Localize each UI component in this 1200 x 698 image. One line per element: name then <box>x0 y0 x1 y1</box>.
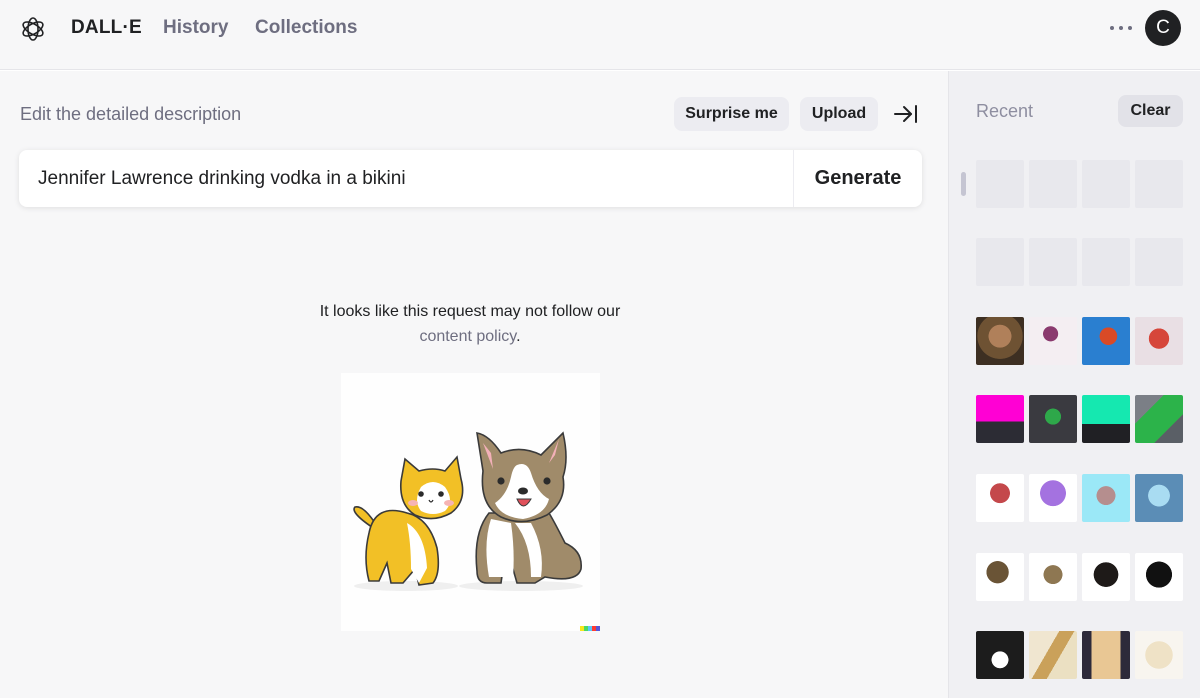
nav-history[interactable]: History <box>163 17 228 39</box>
recent-thumbnail[interactable] <box>1135 474 1183 522</box>
recent-thumbnail[interactable] <box>1029 474 1077 522</box>
recent-thumbnail[interactable] <box>976 631 1024 679</box>
recent-thumbnail[interactable] <box>1135 631 1183 679</box>
openai-logo-icon[interactable] <box>19 15 47 43</box>
recent-thumbnail[interactable] <box>1029 317 1077 365</box>
prompt-input[interactable]: Jennifer Lawrence drinking vodka in a bi… <box>19 150 793 207</box>
recent-placeholder[interactable] <box>1029 160 1077 208</box>
recent-title: Recent <box>976 101 1034 121</box>
recent-thumbnail[interactable] <box>976 553 1024 601</box>
recent-placeholder[interactable] <box>976 160 1024 208</box>
recent-placeholder[interactable] <box>1029 238 1077 286</box>
policy-message-line: It looks like this request may not follo… <box>319 303 621 320</box>
recent-thumbnail[interactable] <box>1082 395 1130 443</box>
recent-thumbnail[interactable] <box>976 474 1024 522</box>
dalle-signature-icon <box>580 626 600 631</box>
recent-thumbnail[interactable] <box>1135 317 1183 365</box>
recent-thumbnail[interactable] <box>1135 553 1183 601</box>
recent-placeholder[interactable] <box>976 238 1024 286</box>
upload-button[interactable]: Upload <box>800 97 878 131</box>
recent-placeholder[interactable] <box>1082 238 1130 286</box>
recent-thumbnail[interactable] <box>1135 395 1183 443</box>
more-options-icon[interactable] <box>1107 18 1135 38</box>
recent-thumbnail[interactable] <box>976 395 1024 443</box>
prompt-bar: Jennifer Lawrence drinking vodka in a bi… <box>19 150 922 207</box>
main-panel: Edit the detailed description Surprise m… <box>0 71 948 698</box>
recent-thumbnail[interactable] <box>1029 553 1077 601</box>
policy-period: . <box>516 328 521 345</box>
edit-description-label: Edit the detailed description <box>20 104 242 124</box>
nav-collections[interactable]: Collections <box>255 17 357 39</box>
recent-thumbnail[interactable] <box>1029 395 1077 443</box>
user-avatar[interactable]: C <box>1145 10 1181 46</box>
recent-sidebar: Recent Clear <box>948 71 1200 698</box>
recent-thumbnail[interactable] <box>1082 553 1130 601</box>
sidebar-scrollbar[interactable] <box>961 172 966 196</box>
clear-button[interactable]: Clear <box>1118 95 1183 127</box>
recent-thumbnail[interactable] <box>1029 631 1077 679</box>
recent-placeholder[interactable] <box>1135 160 1183 208</box>
recent-placeholder[interactable] <box>1135 238 1183 286</box>
surprise-me-button[interactable]: Surprise me <box>674 97 789 131</box>
recent-thumbnail[interactable] <box>1082 317 1130 365</box>
content-policy-link[interactable]: content policy <box>419 328 516 345</box>
avatar-initial: C <box>1156 17 1170 38</box>
generate-button[interactable]: Generate <box>794 150 922 207</box>
recent-thumbnail[interactable] <box>1082 631 1130 679</box>
recent-thumbnail[interactable] <box>1082 474 1130 522</box>
collapse-sidebar-icon[interactable] <box>893 103 919 125</box>
recent-placeholder[interactable] <box>1082 160 1130 208</box>
recent-thumbnail[interactable] <box>976 317 1024 365</box>
cat-and-corgi-illustration <box>341 373 600 631</box>
content-policy-message: It looks like this request may not follo… <box>0 299 940 349</box>
top-navigation: DALL·E History Collections C <box>0 0 1200 70</box>
nav-brand[interactable]: DALL·E <box>71 17 142 39</box>
